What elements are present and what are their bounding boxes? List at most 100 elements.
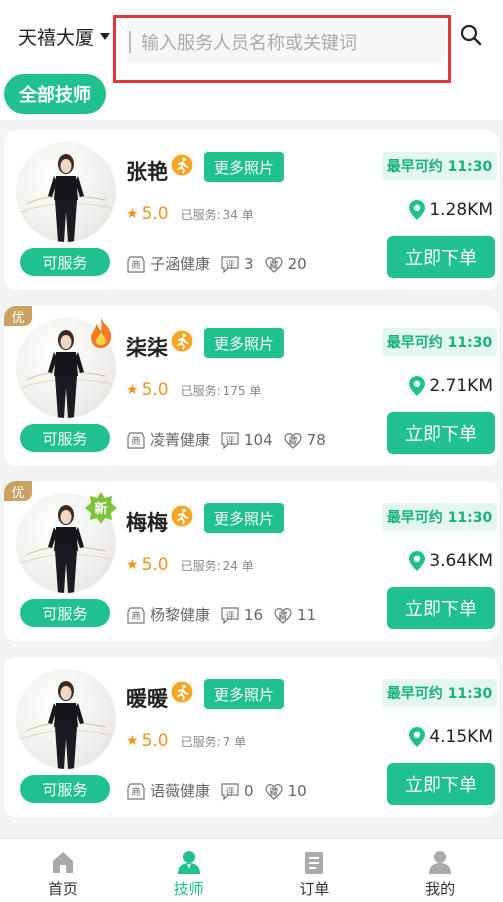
earliest-available-time: 最早可约 11:30 [382,328,497,356]
favorite-heart-icon: 藏 [265,256,283,273]
svg-text:藏: 藏 [269,259,278,271]
svg-text:藏: 藏 [269,786,278,798]
technician-avatar[interactable] [16,142,116,242]
all-technicians-filter[interactable]: 全部技师 [4,74,106,114]
shop-name: 语薇健康 [150,782,211,800]
distance-value: 4.15KM [429,727,493,747]
search-icon[interactable] [459,23,483,47]
favorite-count: 10 [287,781,307,800]
search-input[interactable] [141,28,437,58]
more-photos-button[interactable]: 更多照片 [204,152,284,182]
served-count: 24 单 [222,558,254,573]
tab-label: 首页 [47,880,78,898]
svg-text:新: 新 [94,501,107,517]
served-label: 已服务: [180,207,221,222]
star-icon: ★ [126,733,139,749]
favorite-heart-icon: 藏 [274,607,292,624]
order-now-button[interactable]: 立即下单 [387,763,495,805]
technician-card[interactable]: 可服务 张艳 更多照片 最早可约 11:30 ★ 5.0 已服务: 34 单 1… [4,130,499,290]
search-highlight-box [113,15,451,83]
shop-icon: 商 [127,255,145,273]
distance: 2.71KM [409,376,493,396]
review-icon: 评 [221,431,239,449]
shop-icon: 商 [127,782,145,800]
more-photos-button[interactable]: 更多照片 [204,328,284,358]
technician-name: 暖暖 [126,687,168,711]
running-person-icon [171,154,193,176]
technician-icon [177,851,200,874]
served-count: 175 单 [222,383,262,398]
review-icon: 评 [221,606,239,624]
tab-profile[interactable]: 我的 [377,839,503,902]
available-status-button[interactable]: 可服务 [20,424,110,452]
tab-order[interactable]: 订单 [252,839,378,902]
review-count: 104 [244,430,273,449]
svg-text:商: 商 [131,610,140,622]
running-person-icon [171,681,193,703]
svg-text:评: 评 [226,611,235,622]
tab-technician[interactable]: 技师 [126,839,252,902]
served-label: 已服务: [180,383,221,398]
order-now-button[interactable]: 立即下单 [387,412,495,454]
stats-row: 商 杨黎健康 评 16 藏 11 [126,604,316,625]
more-photos-button[interactable]: 更多照片 [204,503,284,533]
more-photos-button[interactable]: 更多照片 [204,679,284,709]
svg-text:商: 商 [131,435,140,447]
order-now-button[interactable]: 立即下单 [387,236,495,278]
profile-icon [429,851,452,874]
text-cursor [129,31,131,53]
running-person-icon [171,505,193,527]
earliest-available-time: 最早可约 11:30 [382,503,497,531]
review-count: 0 [244,781,254,800]
tab-home[interactable]: 首页 [0,839,126,902]
technician-card[interactable]: 优 可服务 柒柒 更多照片 最早可约 11:30 ★ 5.0 已服务: 175 … [4,306,499,466]
svg-text:商: 商 [131,259,140,271]
earliest-available-time: 最早可约 11:30 [382,679,497,707]
available-status-button[interactable]: 可服务 [20,248,110,276]
star-icon: ★ [126,557,139,573]
rating-row: ★ 5.0 已服务: 24 单 [126,555,254,575]
svg-text:评: 评 [226,787,235,798]
technician-card[interactable]: 可服务 暖暖 更多照片 最早可约 11:30 ★ 5.0 已服务: 7 单 4.… [4,657,499,817]
rating-row: ★ 5.0 已服务: 7 单 [126,731,246,751]
technician-photo [20,681,112,769]
review-count: 16 [244,605,264,624]
shop-name: 子涵健康 [150,255,211,273]
shop-icon: 商 [127,606,145,624]
favorite-count: 20 [287,254,307,273]
available-status-button[interactable]: 可服务 [20,599,110,627]
stats-row: 商 语薇健康 评 0 藏 10 [126,780,307,801]
location-pin-icon [409,200,426,220]
svg-text:藏: 藏 [279,610,288,622]
favorite-heart-icon: 藏 [284,432,302,449]
technician-avatar[interactable] [16,669,116,769]
location-pin-icon [409,376,426,396]
available-status-button[interactable]: 可服务 [20,775,110,803]
order-now-button[interactable]: 立即下单 [387,587,495,629]
distance-value: 2.71KM [429,376,493,396]
rating-score: 5.0 [141,204,169,224]
technician-card[interactable]: 优 新 可服务 梅梅 更多照片 最早可约 11:30 ★ 5.0 已服务: 24… [4,481,499,641]
location-selector[interactable]: 天禧大厦 [18,22,111,50]
hot-fire-icon [91,318,112,348]
premium-tag: 优 [4,306,32,326]
distance: 3.64KM [409,551,493,571]
favorite-count: 11 [297,605,317,624]
rating-score: 5.0 [141,380,169,400]
served-count: 7 单 [222,734,247,749]
shop-icon: 商 [127,431,145,449]
star-icon: ★ [126,382,139,398]
technician-name: 柒柒 [126,336,168,360]
stats-row: 商 子涵健康 评 3 藏 20 [126,253,307,274]
distance-value: 1.28KM [429,200,493,220]
location-pin-icon [409,551,426,571]
tab-label: 我的 [425,880,456,898]
technician-name: 张艳 [126,160,168,184]
shop-name: 杨黎健康 [150,606,211,624]
review-count: 3 [244,254,254,273]
search-field[interactable] [127,23,445,63]
star-icon: ★ [126,206,139,222]
location-pin-icon [409,727,426,747]
tab-label: 订单 [299,880,330,898]
svg-text:评: 评 [226,260,235,271]
